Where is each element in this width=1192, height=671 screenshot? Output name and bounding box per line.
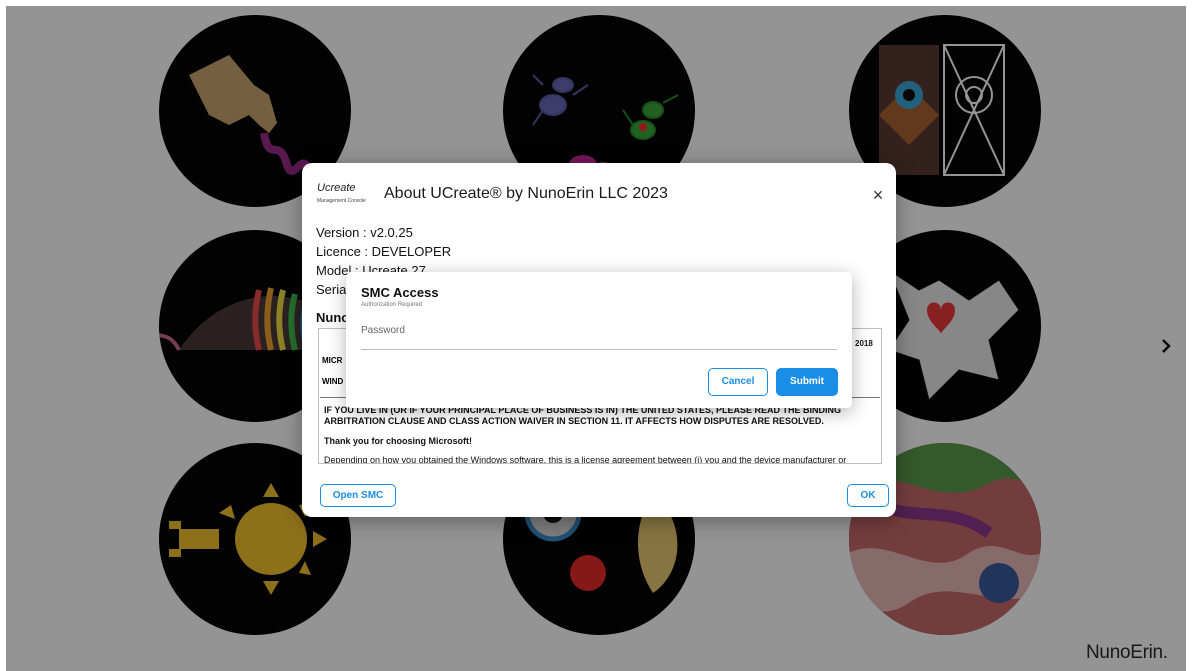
eula-paragraph: Depending on how you obtained the Window…: [324, 454, 847, 464]
licence-text: Licence : DEVELOPER: [316, 244, 452, 259]
ok-button[interactable]: OK: [847, 484, 889, 507]
nuno-text: Nuno: [316, 310, 350, 325]
eula-year: 2018: [855, 339, 873, 348]
close-icon[interactable]: ×: [866, 183, 890, 207]
eula-thanks: Thank you for choosing Microsoft!: [324, 435, 472, 446]
app-background: NunoErin. Ucreate Management Console Abo…: [6, 6, 1186, 671]
smc-dialog-subtitle: Authorization Required: [361, 302, 423, 308]
open-smc-button[interactable]: Open SMC: [320, 484, 396, 507]
logo-word: Ucreate: [317, 182, 356, 194]
serial-text: Seria: [316, 282, 347, 297]
eula-heading-microsoft: MICR: [322, 356, 343, 365]
version-text: Version : v2.0.25: [316, 225, 413, 240]
submit-button[interactable]: Submit: [776, 368, 838, 396]
cancel-button[interactable]: Cancel: [708, 368, 768, 396]
ucreate-logo: Ucreate Management Console: [316, 181, 376, 211]
smc-dialog-title: SMC Access: [361, 285, 439, 300]
about-dialog-header: Ucreate Management Console About UCreate…: [316, 181, 883, 211]
about-dialog-title: About UCreate® by NunoErin LLC 2023: [384, 185, 668, 202]
password-input[interactable]: [361, 320, 837, 350]
smc-access-dialog: SMC Access Authorization Required Cancel…: [346, 272, 852, 408]
eula-arbitration-clause: IF YOU LIVE IN (OR IF YOUR PRINCIPAL PLA…: [324, 405, 842, 427]
logo-subtitle: Management Console: [317, 198, 366, 204]
eula-heading-windows: WIND: [322, 377, 344, 386]
